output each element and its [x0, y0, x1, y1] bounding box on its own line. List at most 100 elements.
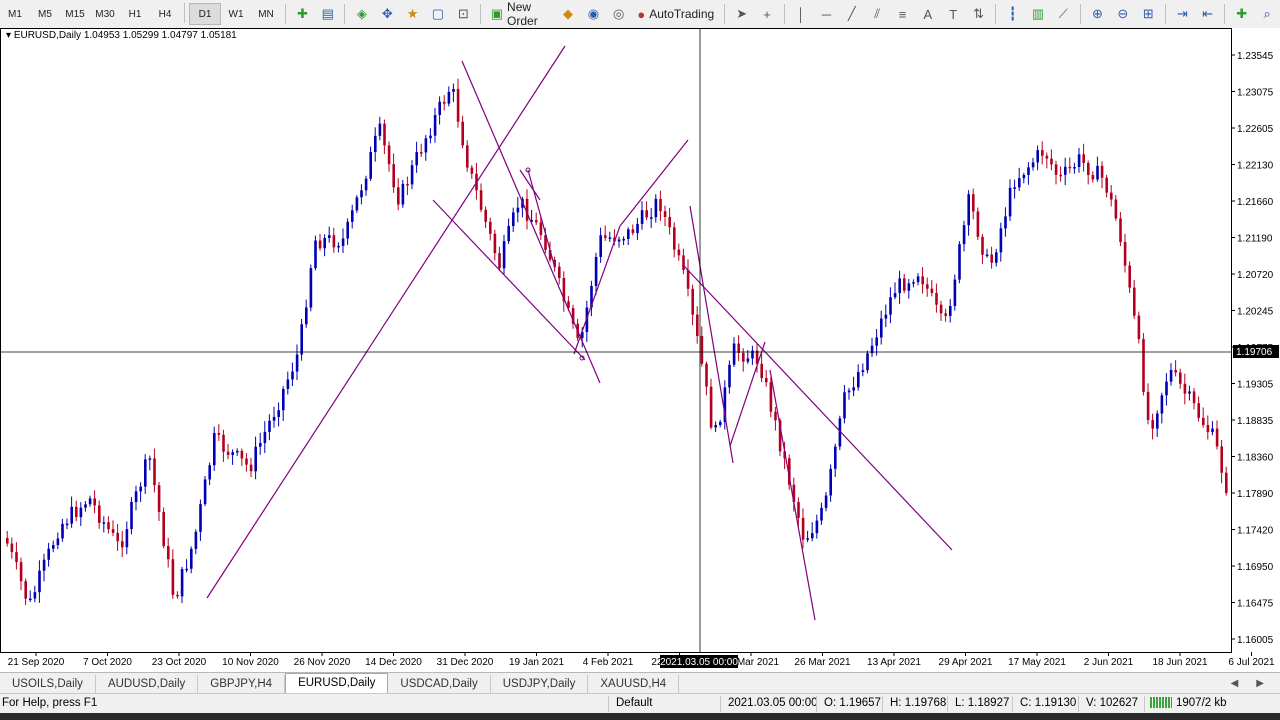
candle-body [1133, 287, 1136, 316]
indicators-icon[interactable]: ✚ [1229, 3, 1254, 25]
candle-body [433, 115, 437, 136]
chart-tab[interactable]: AUDUSD,Daily [96, 675, 199, 693]
price-label: 1.23545 [1237, 51, 1274, 62]
candle-body [640, 210, 644, 224]
new-chart-icon[interactable]: ✚ [290, 3, 315, 25]
candle-body [673, 227, 676, 250]
tab-scroll-left-icon[interactable]: ◀ [1231, 675, 1239, 693]
profiles-icon[interactable]: ▤ [315, 3, 340, 25]
status-help: For Help, press F1 [2, 697, 98, 709]
cursor-icon[interactable]: ➤ [729, 3, 754, 25]
timeframe-m1-button[interactable]: M1 [0, 3, 30, 25]
chart-shift-icon[interactable]: ⇤ [1195, 3, 1220, 25]
autotrading-button[interactable]: ● AutoTrading [631, 3, 720, 25]
chart-tab[interactable]: USOILS,Daily [0, 675, 96, 693]
candle-body [75, 506, 78, 518]
candle-body [1174, 369, 1177, 373]
tile-windows-icon[interactable]: ⊞ [1135, 3, 1160, 25]
candle-body [889, 297, 892, 315]
candle-body [1156, 413, 1159, 429]
candle-body [769, 382, 773, 412]
bar-chart-icon[interactable]: ┇ [1000, 3, 1025, 25]
new-order-button[interactable]: ▣ New Order [485, 0, 556, 28]
line-chart-icon[interactable]: ⟋ [1051, 3, 1076, 25]
chart-tab[interactable]: EURUSD,Daily [285, 673, 389, 693]
price-label: 1.19305 [1237, 380, 1274, 391]
candle-body [245, 458, 248, 465]
chart-tab[interactable]: USDCAD,Daily [388, 675, 491, 693]
trendline [461, 60, 601, 384]
candle-body [415, 152, 418, 166]
strategy-tester-icon[interactable]: ⊡ [451, 3, 476, 25]
autoscroll-icon[interactable]: ⇥ [1170, 3, 1195, 25]
candlestick-icon[interactable]: ▥ [1025, 3, 1050, 25]
status-separator [816, 696, 817, 712]
chart-header: ▾ EURUSD,Daily 1.04953 1.05299 1.04797 1… [6, 30, 237, 41]
horizontal-line-icon[interactable]: ─ [814, 3, 839, 25]
candle-body [700, 335, 704, 364]
candle-body [401, 183, 405, 205]
text-icon[interactable]: A [915, 3, 940, 25]
market-icon[interactable]: ◎ [606, 3, 631, 25]
timeframe-h4-button[interactable]: H4 [150, 3, 180, 25]
timeframe-m15-button[interactable]: M15 [60, 3, 90, 25]
window-bottom-border [0, 713, 1280, 720]
metaeditor-icon[interactable]: ◆ [555, 3, 580, 25]
toolbar-separator [1164, 4, 1166, 24]
tab-scroll-right-icon[interactable]: ▶ [1256, 675, 1264, 693]
timeframe-m5-button[interactable]: M5 [30, 3, 60, 25]
zoom-in-icon[interactable]: ⊕ [1085, 3, 1110, 25]
candle-body [663, 211, 667, 218]
chart-menu-icon[interactable]: ▾ [6, 30, 14, 41]
timeframe-w1-button[interactable]: W1 [221, 3, 251, 25]
crosshair-icon[interactable]: + [754, 3, 779, 25]
candle-body [351, 210, 354, 222]
toolbar-separator [1224, 4, 1226, 24]
candle-body [259, 443, 262, 447]
fibonacci-icon[interactable]: ≡ [890, 3, 915, 25]
candle-body [84, 504, 87, 508]
search-icon[interactable]: ⌕ [1254, 3, 1279, 25]
equidistant-channel-icon[interactable]: ⫽ [864, 3, 889, 25]
candle-body [1100, 165, 1104, 178]
candle-body [714, 425, 717, 428]
price-label: 1.20245 [1237, 307, 1274, 318]
terminal-icon[interactable]: ▢ [425, 3, 450, 25]
price-label: 1.22605 [1237, 124, 1274, 135]
candle-body [263, 431, 267, 444]
candle-body [410, 165, 414, 185]
candle-body [1151, 419, 1154, 429]
arrows-icon[interactable]: ⇅ [966, 3, 991, 25]
trendline-icon[interactable]: ╱ [839, 3, 864, 25]
trendline [519, 169, 541, 201]
date-label: 31 Dec 2020 [437, 657, 494, 668]
chart-window[interactable]: 1.23545 1.23075 1.22605 1.22130 1.21660 1.211… [0, 28, 1280, 672]
candle-body [498, 253, 501, 269]
timeframe-d1-button[interactable]: D1 [189, 3, 221, 25]
signals-icon[interactable]: ◉ [581, 3, 606, 25]
chart-tab[interactable]: XAUUSD,H4 [588, 675, 680, 693]
candle-body [1091, 174, 1095, 180]
market-watch-icon[interactable]: ◈ [349, 3, 374, 25]
data-window-icon[interactable]: ✥ [375, 3, 400, 25]
timeframe-h1-button[interactable]: H1 [120, 3, 150, 25]
price-chart[interactable]: 1.23545 1.23075 1.22605 1.22130 1.21660 1.211… [0, 28, 1280, 672]
chart-tab[interactable]: USDJPY,Daily [491, 675, 589, 693]
timeframe-m30-button[interactable]: M30 [90, 3, 120, 25]
text-label-icon[interactable]: T [941, 3, 966, 25]
candle-body [222, 434, 225, 452]
candle-body [1197, 403, 1200, 418]
navigator-icon[interactable]: ★ [400, 3, 425, 25]
candle-body [1114, 199, 1118, 219]
zoom-out-icon[interactable]: ⊖ [1110, 3, 1135, 25]
chart-tab[interactable]: GBPJPY,H4 [198, 675, 286, 693]
price-label: 1.21660 [1237, 197, 1274, 208]
toolbar-separator [783, 4, 785, 24]
vertical-line-icon[interactable]: │ [788, 3, 813, 25]
candle-body [843, 392, 846, 419]
candle-body [341, 238, 345, 246]
candle-body [470, 167, 474, 174]
candle-body [995, 252, 998, 263]
timeframe-mn-button[interactable]: MN [251, 3, 281, 25]
candle-body [1105, 177, 1108, 193]
